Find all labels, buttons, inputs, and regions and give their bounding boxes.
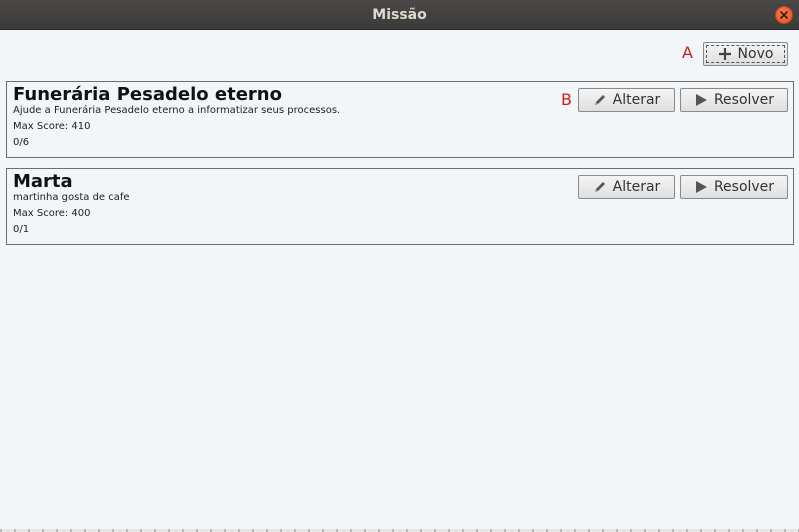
close-icon [780,11,788,19]
window-title: Missão [372,7,427,23]
plus-icon [718,47,732,61]
mission-name: Marta [13,171,73,192]
solve-button[interactable]: Resolver [680,88,788,112]
edit-button[interactable]: Alterar [578,175,675,199]
edit-button[interactable]: Alterar [578,88,675,112]
mission-name: Funerária Pesadelo eterno [13,84,282,105]
mission-description: Ajude a Funerária Pesadelo eterno a info… [13,105,341,116]
new-button-label: Novo [737,46,774,62]
mission-description: martinha gosta de cafe [13,192,130,203]
solve-button-label: Resolver [713,92,775,108]
mission-max-score: Max Score: 400 [13,208,91,219]
new-button[interactable]: Novo [703,42,788,66]
edit-button-label: Alterar [612,92,661,108]
mission-progress: 0/6 [13,137,30,148]
mission-card: Marta martinha gosta de cafe Max Score: … [6,168,794,245]
solve-button[interactable]: Resolver [680,175,788,199]
annotation-label-b: B [561,90,572,109]
mission-card: Funerária Pesadelo eterno Ajude a Funerá… [6,81,794,158]
mission-window: Missão A Novo Funerária Pesadelo eterno … [0,0,799,532]
solve-button-label: Resolver [713,179,775,195]
play-icon [694,180,708,194]
pencil-icon [593,93,607,107]
play-icon [694,93,708,107]
mission-max-score: Max Score: 410 [13,121,91,132]
close-button[interactable] [775,6,793,24]
edit-button-label: Alterar [612,179,661,195]
annotation-label-a: A [682,43,693,62]
mission-progress: 0/1 [13,224,30,235]
pencil-icon [593,180,607,194]
title-bar[interactable]: Missão [0,0,799,30]
